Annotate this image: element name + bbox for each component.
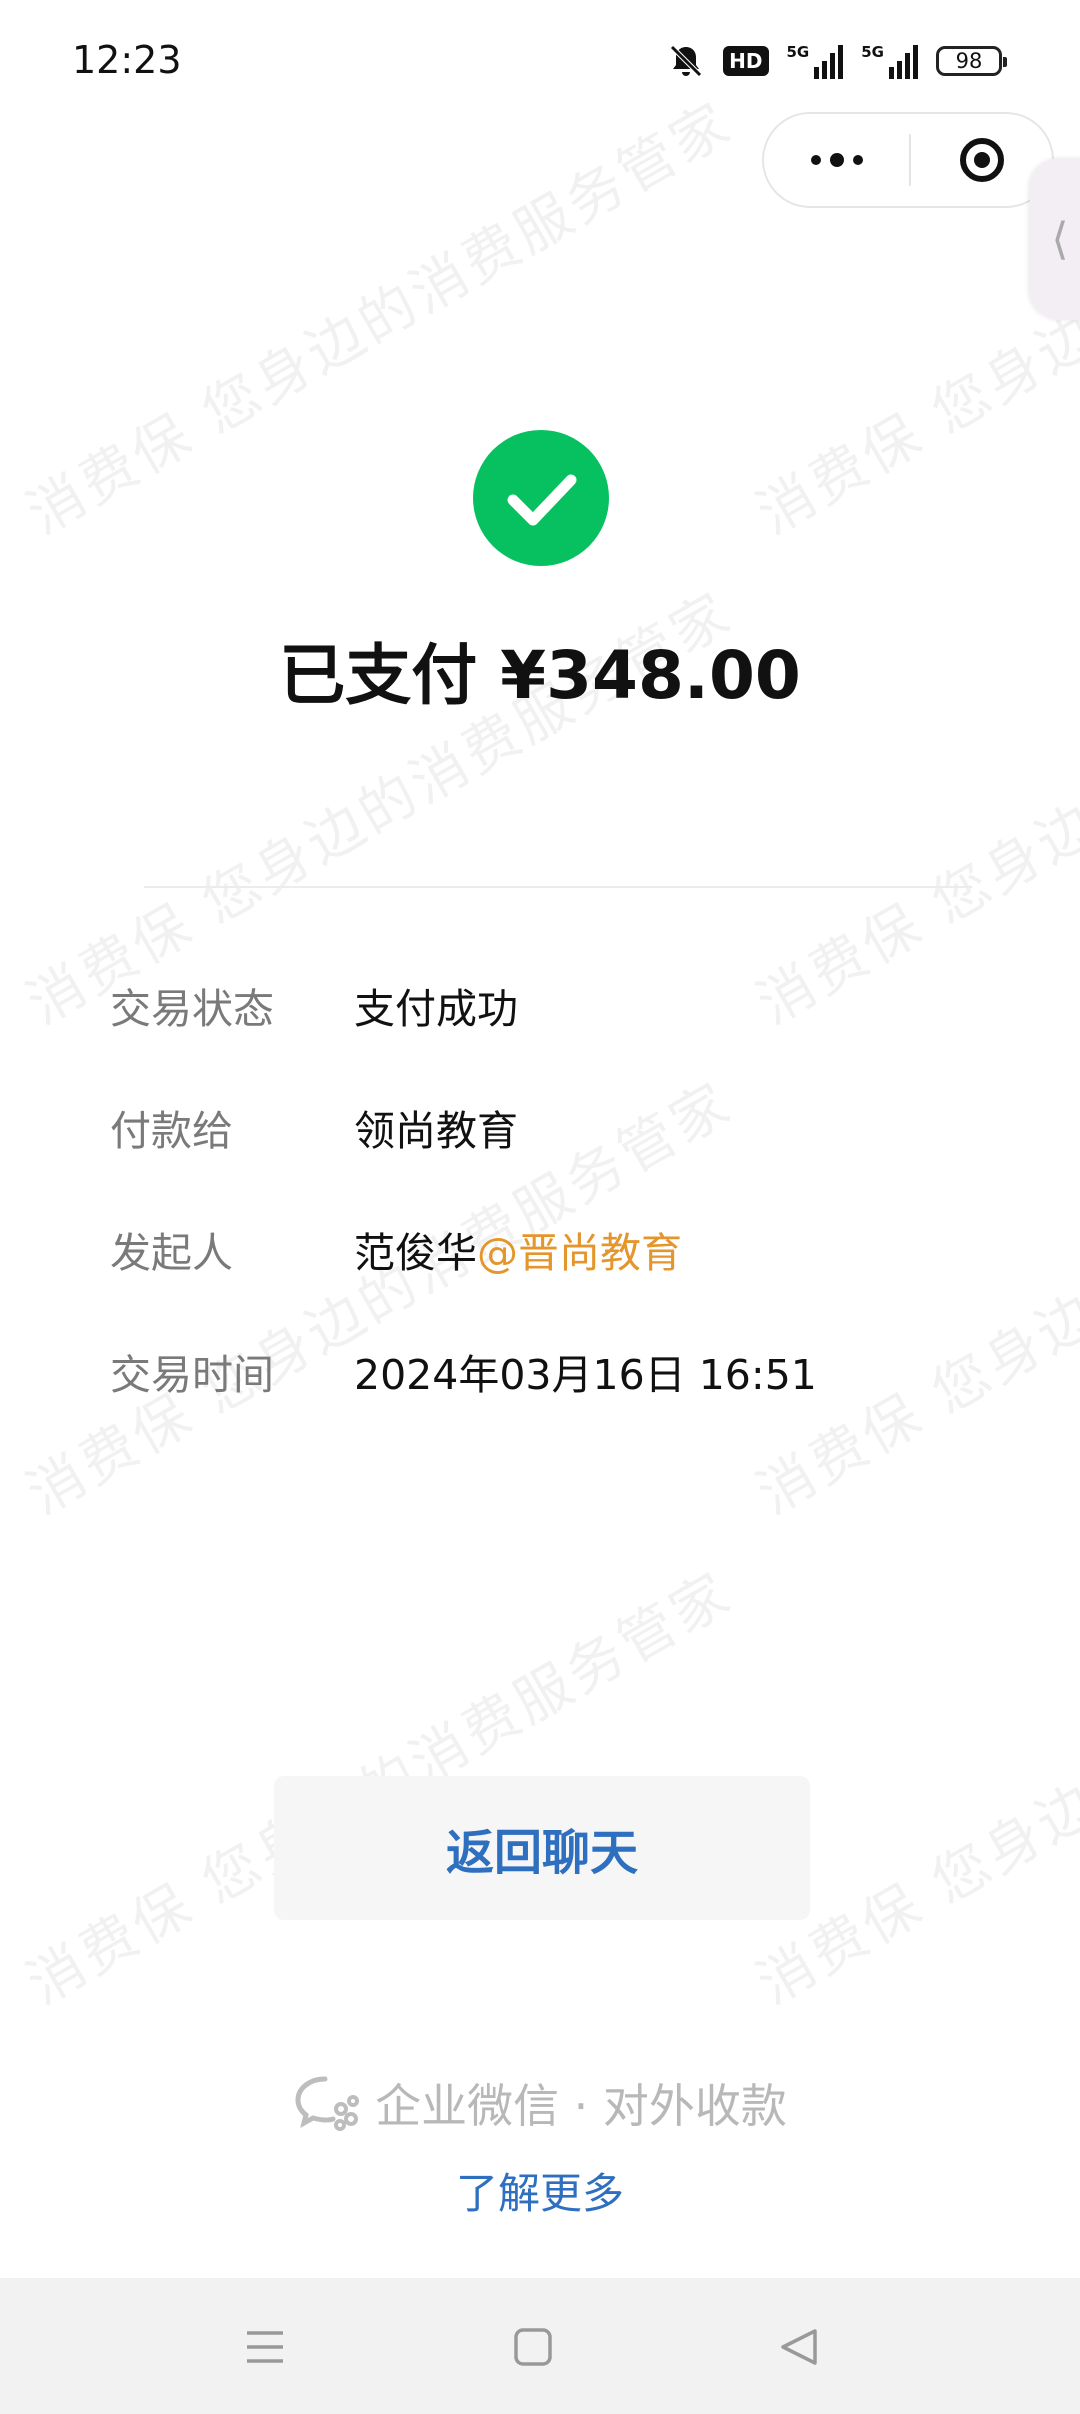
status-time: 12:23 (72, 38, 182, 82)
status-bar: 12:23 HD 5G 5G 98 (0, 0, 1080, 120)
back-triangle-icon (781, 2329, 817, 2365)
signal-5g-2-icon: 5G (861, 43, 918, 79)
learn-more-link[interactable]: 了解更多 (0, 2160, 1080, 2221)
system-nav-bar (0, 2278, 1080, 2414)
detail-row-status: 交易状态 支付成功 (110, 975, 1010, 1097)
paid-amount-title: 已支付 ¥348.00 (279, 637, 801, 714)
side-drawer-tab[interactable]: ⟨ (1030, 158, 1080, 320)
initiator-name: 范俊华 (354, 1229, 477, 1277)
footer-brand: 企业微信 · 对外收款 (0, 2070, 1080, 2136)
close-target-icon (959, 138, 1004, 182)
detail-row-initiator: 发起人 范俊华@晋尚教育 (110, 1219, 1010, 1341)
battery-icon: 98 (936, 46, 1007, 76)
detail-value: 2024年03月16日 16:51 (354, 1351, 817, 1399)
footer-brand-text: 企业微信 · 对外收款 (375, 2079, 787, 2133)
back-to-chat-button[interactable]: 返回聊天 (274, 1776, 810, 1920)
home-square-icon (514, 2328, 552, 2366)
more-dots-icon (810, 155, 821, 165)
menu-lines-icon (247, 2331, 283, 2363)
more-dots-icon (829, 153, 844, 167)
transaction-details: 交易状态 支付成功 付款给 领尚教育 发起人 范俊华@晋尚教育 交易时间 202… (110, 975, 1010, 1463)
bell-muted-icon (670, 45, 702, 77)
more-dots-icon (852, 155, 863, 165)
detail-label: 交易状态 (110, 985, 274, 1033)
detail-row-payee: 付款给 领尚教育 (110, 1097, 1010, 1219)
detail-label: 发起人 (110, 1229, 233, 1277)
more-button[interactable] (764, 114, 909, 206)
detail-row-time: 交易时间 2024年03月16日 16:51 (110, 1341, 1010, 1463)
detail-value: 领尚教育 (354, 1107, 518, 1155)
initiator-org: @晋尚教育 (477, 1229, 682, 1277)
nav-back-button[interactable] (764, 2312, 834, 2382)
detail-value-initiator: 范俊华@晋尚教育 (354, 1219, 682, 1279)
watermark: 消费保 您身边的消费服务管家 (16, 90, 744, 548)
nav-home-button[interactable] (498, 2312, 568, 2382)
detail-label: 付款给 (110, 1107, 233, 1155)
signal-5g-2-label: 5G (861, 43, 884, 61)
signal-5g-icon: 5G (787, 43, 844, 79)
detail-label: 交易时间 (110, 1351, 274, 1399)
hd-voice-icon: HD (723, 46, 769, 76)
nav-menu-button[interactable] (230, 2312, 300, 2382)
wecom-logo-icon (295, 2076, 360, 2131)
signal-5g-label: 5G (786, 43, 810, 61)
miniprogram-capsule (762, 112, 1054, 208)
divider (144, 886, 972, 888)
detail-value: 支付成功 (354, 985, 518, 1033)
success-check-icon (473, 430, 609, 566)
payment-result-page: 消费保 您身边的消费服务管家 消费保 您身边的消费服务管家 消费保 您身边的消费… (0, 0, 1080, 2414)
status-icons: HD 5G 5G 98 (667, 42, 1007, 80)
